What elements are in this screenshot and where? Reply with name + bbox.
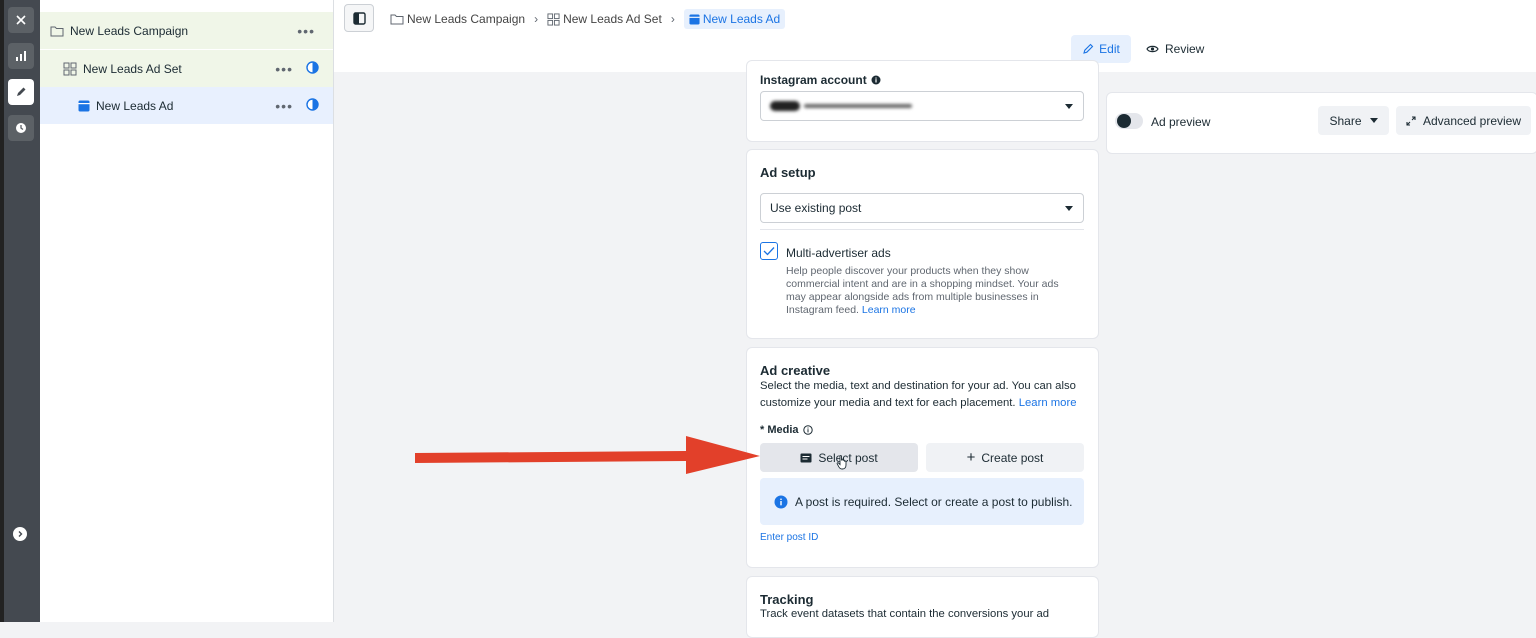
post-required-notice: A post is required. Select or create a p… [760,478,1084,525]
more-icon[interactable]: ••• [275,98,293,114]
more-icon[interactable]: ••• [275,61,293,77]
ad-setup-title: Ad setup [760,165,816,180]
instagram-label-text: Instagram account [760,73,867,87]
tracking-description: Track event datasets that contain the co… [760,608,1050,620]
ad-creative-description: Select the media, text and destination f… [760,378,1090,412]
ad-setup-card: Ad setup Use existing post Multi-adverti… [746,149,1099,339]
ad-creative-card: Ad creative Select the media, text and d… [746,347,1099,568]
sidebar-toggle-icon[interactable] [344,4,374,32]
advanced-preview-button[interactable]: Advanced preview [1396,106,1531,135]
pencil-icon[interactable] [8,79,34,105]
chart-icon[interactable] [8,43,34,69]
divider [760,229,1084,230]
breadcrumb-adset[interactable]: New Leads Ad Set [547,12,662,26]
learn-more-link[interactable]: Learn more [862,304,916,316]
eye-icon [1146,45,1159,53]
instagram-account-label: Instagram account [760,73,881,87]
clock-icon[interactable] [8,115,34,141]
breadcrumb-campaign[interactable]: New Leads Campaign [390,12,525,26]
ad-preview-toggle[interactable] [1115,113,1143,129]
info-icon [774,495,788,508]
create-post-label: Create post [981,450,1044,465]
account-avatar [770,101,800,111]
review-label: Review [1165,42,1205,56]
chevron-right-icon: › [670,12,675,26]
review-mode-button[interactable]: Review [1146,35,1204,63]
post-icon [800,453,812,462]
tree-label: New Leads Ad [96,98,174,113]
tree-item-campaign[interactable]: New Leads Campaign ••• [40,12,333,49]
account-name-blurred [804,104,912,108]
breadcrumb: New Leads Campaign › New Leads Ad Set › … [390,9,786,29]
folder-icon [390,14,404,25]
hand-cursor-icon [836,454,850,473]
tree-label: New Leads Ad Set [83,61,182,76]
left-rail [0,0,40,622]
ad-setup-value: Use existing post [770,201,862,215]
edit-label: Edit [1099,42,1120,56]
expand-icon[interactable] [13,527,27,541]
breadcrumb-label: New Leads Ad [702,12,781,26]
caret-down-icon [1369,118,1378,123]
edit-mode-button[interactable]: Edit [1071,35,1131,63]
ad-icon [78,100,90,112]
media-label-text: * Media [760,424,799,436]
ad-creative-title: Ad creative [760,363,831,378]
expand-icon [1406,115,1416,126]
advanced-preview-label: Advanced preview [1422,113,1522,128]
share-button[interactable]: Share [1318,106,1389,135]
breadcrumb-label: New Leads Campaign [407,12,526,26]
chevron-right-icon: › [534,12,539,26]
share-label: Share [1329,113,1362,128]
tree-label: New Leads Campaign [70,23,189,38]
tree-item-ad[interactable]: New Leads Ad ••• [40,87,333,124]
structure-tree: New Leads Campaign ••• New Leads Ad Set … [40,0,334,622]
grid-icon [63,62,77,76]
enter-post-id-link[interactable]: Enter post ID [760,532,818,543]
info-icon [802,425,813,435]
caret-down-icon [1065,104,1073,109]
grid-icon [547,12,560,26]
ad-icon [689,13,700,25]
multi-advertiser-description: Help people discover your products when … [786,265,1076,317]
ad-preview-panel: Ad preview Share Advanced preview [1106,92,1536,154]
notice-text: A post is required. Select or create a p… [795,494,1073,509]
tracking-title: Tracking [760,592,814,607]
more-icon[interactable]: ••• [297,23,315,39]
instagram-account-select[interactable] [760,91,1084,121]
pencil-icon [1083,43,1094,54]
multi-desc-text: Help people discover your products when … [786,265,1059,316]
ad-setup-select[interactable]: Use existing post [760,193,1084,223]
status-half-icon [306,97,319,114]
tracking-card: Tracking Track event datasets that conta… [746,576,1099,638]
check-icon [763,247,775,256]
close-icon[interactable] [8,7,34,33]
multi-advertiser-label: Multi-advertiser ads [786,246,891,260]
ad-preview-label: Ad preview [1151,115,1211,129]
instagram-account-card: Instagram account [746,60,1099,142]
folder-icon [50,25,64,37]
annotation-arrow [415,436,760,474]
breadcrumb-ad[interactable]: New Leads Ad [683,9,786,29]
plus-icon: + [966,448,976,466]
create-post-button[interactable]: + Create post [926,443,1084,472]
rail-edge [0,0,4,622]
caret-down-icon [1065,206,1073,211]
media-label: * Media [760,424,813,436]
breadcrumb-label: New Leads Ad Set [563,12,662,26]
status-half-icon [306,60,319,77]
info-icon [871,75,881,85]
tree-item-adset[interactable]: New Leads Ad Set ••• [40,50,333,87]
learn-more-link[interactable]: Learn more [1019,397,1077,409]
multi-advertiser-checkbox[interactable] [760,242,778,260]
